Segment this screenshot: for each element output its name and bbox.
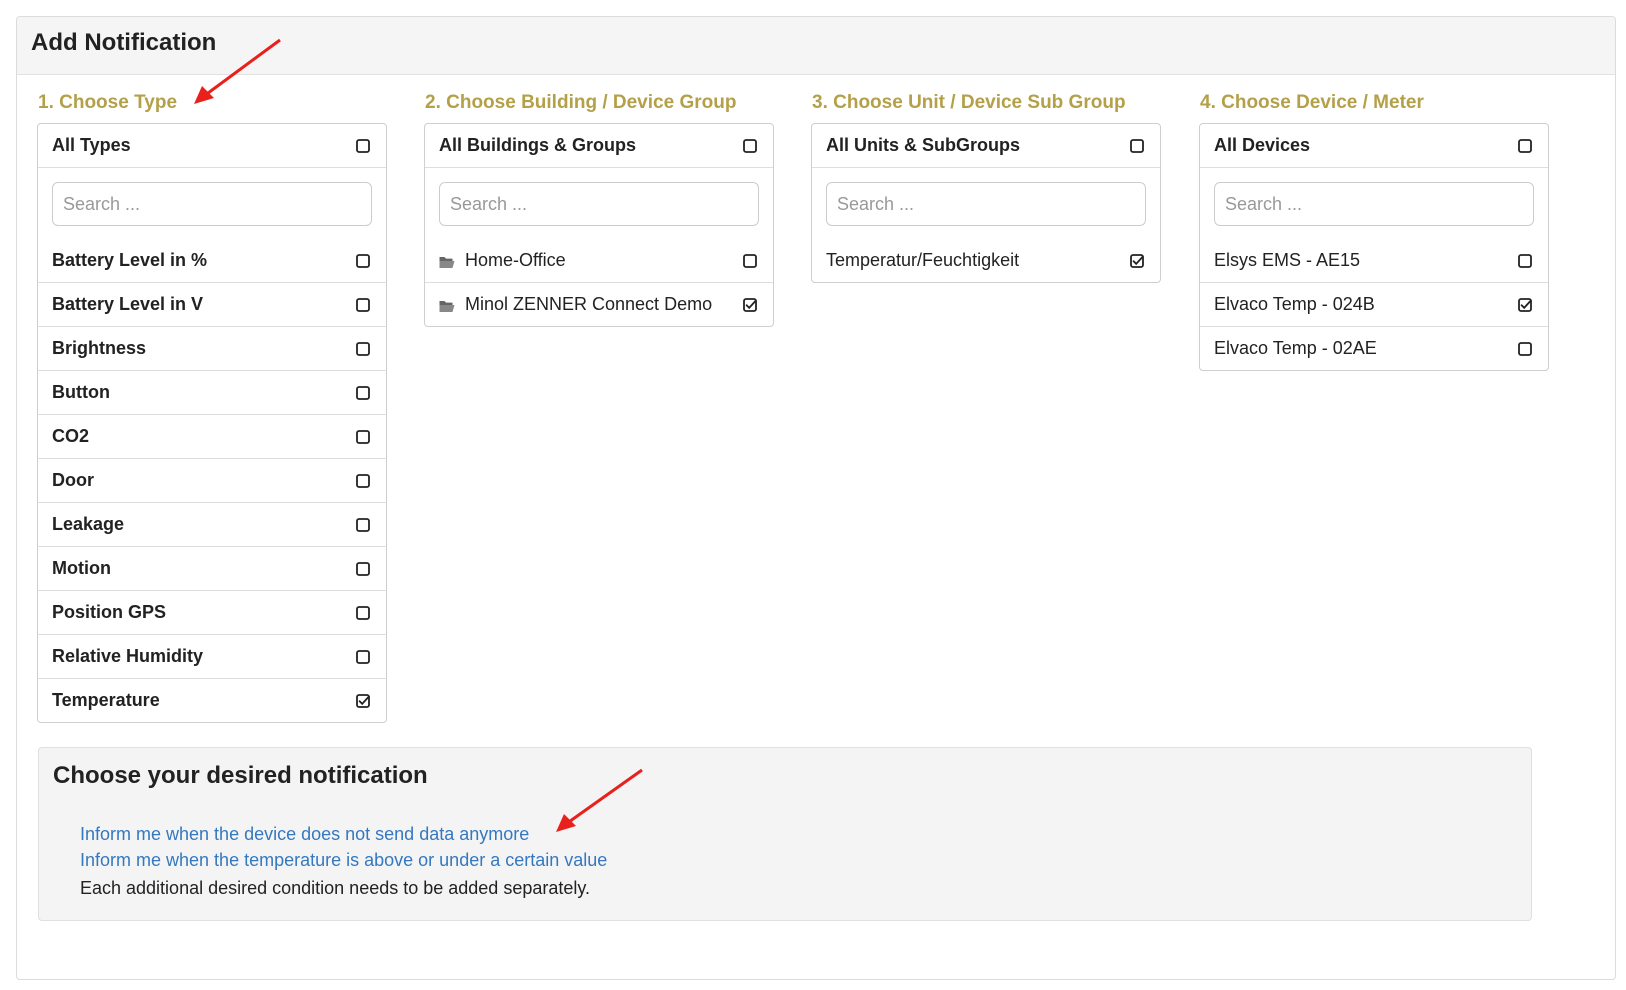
unchecked-checkbox-icon[interactable]: [743, 253, 757, 268]
building-search-input[interactable]: [439, 182, 759, 226]
unchecked-checkbox-icon[interactable]: [356, 138, 370, 153]
list-item-label: Relative Humidity: [52, 646, 204, 666]
row-label: All Buildings & Groups: [439, 135, 636, 155]
unchecked-checkbox-icon[interactable]: [356, 649, 370, 664]
list-item[interactable]: Button: [38, 370, 386, 414]
list-item[interactable]: Home-Office: [425, 239, 773, 282]
list-item[interactable]: Elsys EMS - AE15: [1200, 239, 1548, 282]
list-item-label: Leakage: [52, 514, 125, 534]
device-list: All Devices Elsys EMS - AE15 Elvaco Temp …: [1199, 123, 1549, 371]
unchecked-checkbox-icon[interactable]: [1130, 138, 1144, 153]
list-item-label: Motion: [52, 558, 111, 578]
column-heading: 3. Choose Unit / Device Sub Group: [812, 92, 1126, 113]
type-list: All Types Battery Level in % Battery Leve…: [37, 123, 387, 723]
notify-temperature-threshold-link[interactable]: Inform me when the temperature is above …: [80, 850, 607, 871]
list-item-label: Door: [52, 470, 94, 490]
list-item-label: Temperatur/Feuchtigkeit: [826, 250, 1020, 270]
list-item[interactable]: Battery Level in V: [38, 282, 386, 326]
list-item[interactable]: Temperature: [38, 678, 386, 722]
annotation-arrow-icon: [194, 38, 281, 104]
unchecked-checkbox-icon[interactable]: [1518, 341, 1532, 356]
list-item[interactable]: Elvaco Temp - 02AE: [1200, 326, 1548, 370]
list-item-label: Battery Level in %: [52, 250, 208, 270]
list-item-label: Temperature: [52, 690, 160, 710]
unchecked-checkbox-icon[interactable]: [356, 385, 370, 400]
unchecked-checkbox-icon[interactable]: [356, 341, 370, 356]
list-item-label: Position GPS: [52, 602, 167, 622]
type-search-input[interactable]: [52, 182, 372, 226]
unit-search-input[interactable]: [826, 182, 1146, 226]
device-column: 4. Choose Device / Meter All Devices Els…: [1199, 90, 1549, 371]
list-item[interactable]: CO2: [38, 414, 386, 458]
unchecked-checkbox-icon[interactable]: [1518, 138, 1532, 153]
all-devices-row[interactable]: All Devices: [1200, 124, 1548, 167]
unchecked-checkbox-icon[interactable]: [356, 429, 370, 444]
list-item[interactable]: Brightness: [38, 326, 386, 370]
search-row: [425, 167, 773, 239]
annotation-arrow-icon: [556, 768, 643, 832]
column-heading: 2. Choose Building / Device Group: [425, 92, 737, 113]
device-search-input[interactable]: [1214, 182, 1534, 226]
search-row: [1200, 167, 1548, 239]
type-column: 1. Choose Type All Types Battery Level i…: [37, 90, 387, 723]
list-item-label: Elsys EMS - AE15: [1214, 250, 1361, 270]
list-item-label: Brightness: [52, 338, 147, 358]
all-buildings-row[interactable]: All Buildings & Groups: [425, 124, 773, 167]
list-item[interactable]: Leakage: [38, 502, 386, 546]
folder-icon: [439, 300, 455, 312]
list-item[interactable]: Position GPS: [38, 590, 386, 634]
list-item-label: CO2: [52, 426, 90, 446]
unchecked-checkbox-icon[interactable]: [356, 297, 370, 312]
unit-column: 3. Choose Unit / Device Sub Group All Un…: [811, 90, 1161, 283]
list-item[interactable]: Temperatur/Feuchtigkeit: [812, 239, 1160, 282]
checked-checkbox-icon[interactable]: [1130, 253, 1144, 268]
unchecked-checkbox-icon[interactable]: [1518, 253, 1532, 268]
row-label: All Units & SubGroups: [826, 135, 1021, 155]
notification-note: Each additional desired condition needs …: [80, 878, 591, 898]
unchecked-checkbox-icon[interactable]: [356, 561, 370, 576]
checked-checkbox-icon[interactable]: [743, 297, 757, 312]
building-column: 2. Choose Building / Device Group All Bu…: [424, 90, 774, 327]
list-item[interactable]: Motion: [38, 546, 386, 590]
unchecked-checkbox-icon[interactable]: [356, 253, 370, 268]
all-types-row[interactable]: All Types: [38, 124, 386, 167]
row-label: All Devices: [1214, 135, 1311, 155]
building-list: All Buildings & Groups Home-Office Minol …: [424, 123, 774, 327]
list-item[interactable]: Door: [38, 458, 386, 502]
unchecked-checkbox-icon[interactable]: [356, 473, 370, 488]
row-label: All Types: [52, 135, 131, 155]
list-item[interactable]: Elvaco Temp - 024B: [1200, 282, 1548, 326]
checked-checkbox-icon[interactable]: [1518, 297, 1532, 312]
list-item[interactable]: Minol ZENNER Connect Demo: [425, 282, 773, 326]
unchecked-checkbox-icon[interactable]: [356, 517, 370, 532]
notify-no-data-link[interactable]: Inform me when the device does not send …: [80, 824, 529, 845]
panel-title: Add Notification: [31, 29, 217, 56]
search-row: [38, 167, 386, 239]
notification-title: Choose your desired notification: [53, 762, 428, 789]
notification-choice-box: Choose your desired notification Inform …: [38, 747, 1532, 921]
list-item-label: Home-Office: [465, 250, 566, 270]
unit-list: All Units & SubGroups Temperatur/Feuchti…: [811, 123, 1161, 283]
list-item-label: Elvaco Temp - 02AE: [1214, 338, 1377, 358]
list-item[interactable]: Relative Humidity: [38, 634, 386, 678]
unchecked-checkbox-icon[interactable]: [743, 138, 757, 153]
checked-checkbox-icon[interactable]: [356, 693, 370, 708]
folder-icon: [439, 256, 455, 268]
list-item-label: Minol ZENNER Connect Demo: [465, 294, 713, 314]
column-heading: 4. Choose Device / Meter: [1200, 92, 1424, 113]
all-units-row[interactable]: All Units & SubGroups: [812, 124, 1160, 167]
search-row: [812, 167, 1160, 239]
list-item[interactable]: Battery Level in %: [38, 239, 386, 282]
list-item-label: Battery Level in V: [52, 294, 204, 314]
unchecked-checkbox-icon[interactable]: [356, 605, 370, 620]
list-item-label: Elvaco Temp - 024B: [1214, 294, 1375, 314]
list-item-label: Button: [52, 382, 110, 402]
